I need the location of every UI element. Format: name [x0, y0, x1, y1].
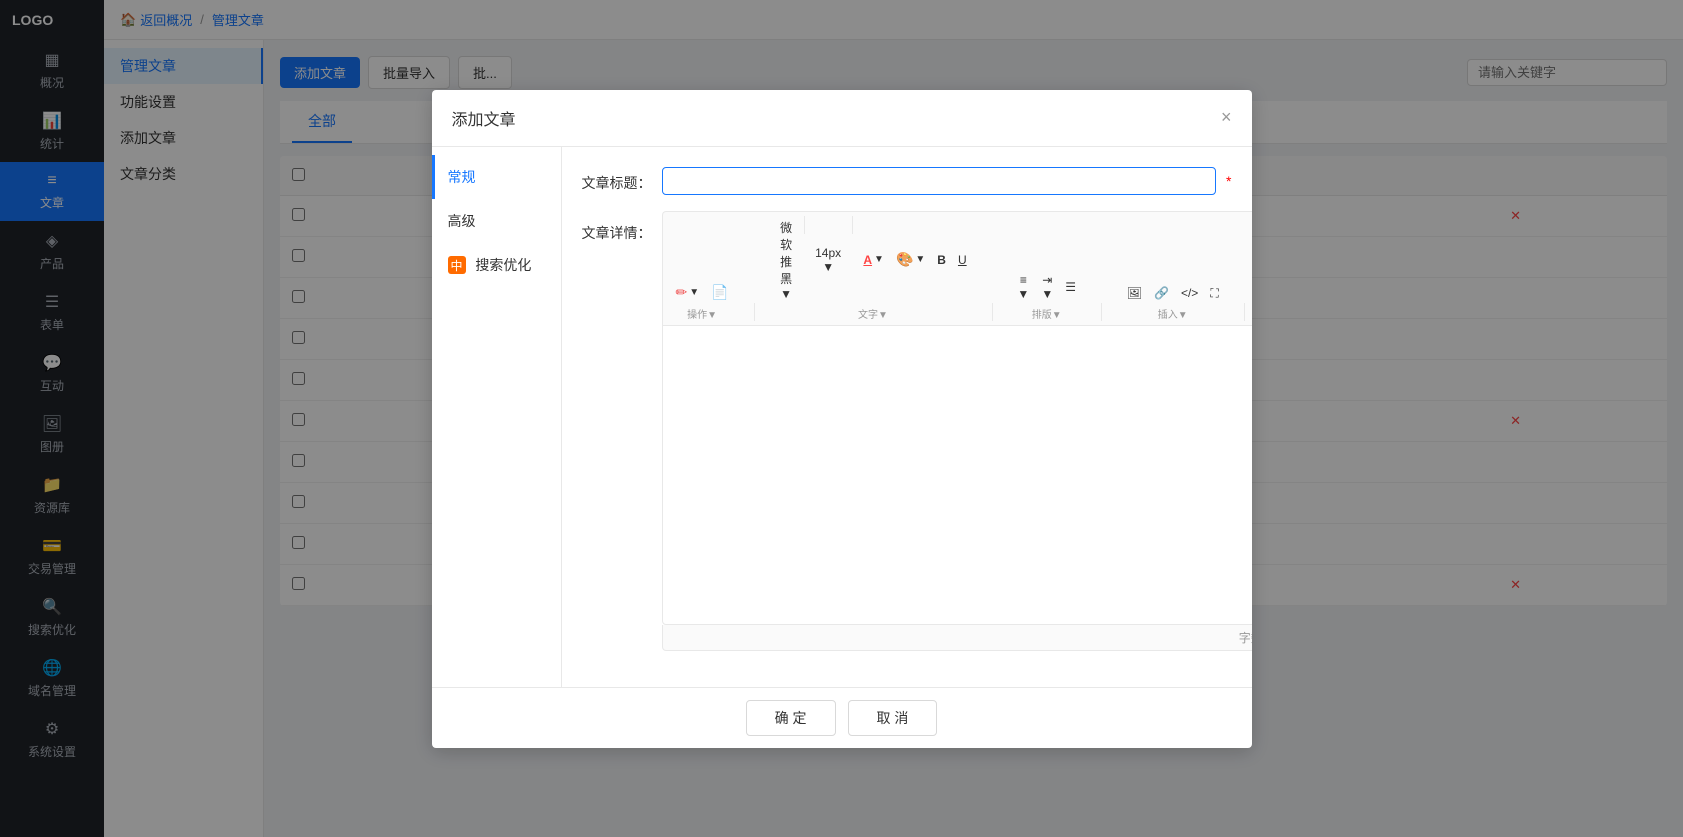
rte-insert-label: 插入▼: [1158, 306, 1188, 321]
underline-icon: U: [958, 253, 967, 267]
modal-close-button[interactable]: ×: [1221, 107, 1232, 128]
modal-header: 添加文章 ×: [432, 90, 1252, 147]
rte-bold-btn[interactable]: B: [932, 216, 951, 304]
dropdown-arrow-color: ▼: [874, 254, 884, 265]
rte-fullscreen-btn[interactable]: ⛶: [1205, 283, 1223, 304]
bold-icon: B: [937, 253, 946, 267]
seo-badge: 中: [448, 256, 466, 274]
modal-tab-general[interactable]: 常规: [432, 155, 561, 199]
rte-edit-btn[interactable]: ✏ ▼: [671, 281, 705, 304]
modal-footer: 确 定 取 消: [432, 687, 1252, 748]
modal-tab-advanced[interactable]: 高级: [432, 199, 561, 243]
rte-image-btn[interactable]: 🖼: [1122, 283, 1147, 304]
rte-sep-1: [754, 303, 755, 321]
required-mark: *: [1226, 167, 1231, 189]
rte-insert-buttons: 🖼 🔗 </> ⛶: [1122, 283, 1224, 304]
rte-font-color-btn[interactable]: A ▼: [858, 216, 889, 304]
rte-actions-label: 操作▼: [687, 306, 717, 321]
modal-tab-seo[interactable]: 中 搜索优化: [432, 243, 561, 287]
rte-editor-body[interactable]: [662, 325, 1252, 625]
rte-section-insert: 🖼 🔗 </> ⛶ 插入▼: [1122, 283, 1224, 321]
modal-tab-seo-label: 搜索优化: [475, 257, 531, 273]
bg-color-icon: 🎨: [896, 251, 913, 268]
rte-indent-btn[interactable]: ⇥ ▼: [1036, 270, 1058, 304]
font-color-icon: A: [863, 253, 872, 267]
rte-font-buttons: 微软推黑 ▼ 14px ▼ A ▼: [774, 216, 971, 304]
rte-section-layout: ≡ ▼ ⇥ ▼ ☰ 排版▼: [1012, 270, 1081, 321]
rte-bg-color-btn[interactable]: 🎨 ▼: [891, 216, 930, 304]
dropdown-arrow-bg: ▼: [915, 254, 925, 265]
rte-footer: 字数统计: [662, 625, 1252, 651]
modal-left-tabs: 常规 高级 中 搜索优化: [432, 147, 562, 687]
rte-list-btn[interactable]: ☰: [1060, 270, 1081, 304]
detail-control: ✏ ▼ 📄 操作▼: [662, 211, 1252, 651]
rte-font-size-btn[interactable]: 14px ▼: [810, 216, 846, 304]
form-row-detail: 文章详情： ✏ ▼: [582, 211, 1232, 651]
rte-layout-label: 排版▼: [1032, 306, 1062, 321]
detail-label: 文章详情：: [582, 217, 652, 243]
rte-action-buttons: ✏ ▼ 📄: [671, 281, 734, 304]
modal-title: 添加文章: [452, 106, 516, 130]
add-article-modal: 添加文章 × 常规 高级 中 搜索优化 文章标题：: [432, 90, 1252, 748]
cancel-button[interactable]: 取 消: [848, 700, 938, 736]
modal-form-content: 文章标题： * 文章详情：: [562, 147, 1252, 687]
rte-code-btn[interactable]: </>: [1176, 283, 1203, 304]
rte-layout-buttons: ≡ ▼ ⇥ ▼ ☰: [1012, 270, 1081, 304]
title-control: [662, 167, 1217, 195]
rte-section-font: 微软推黑 ▼ 14px ▼ A ▼: [774, 216, 971, 321]
modal-overlay[interactable]: 添加文章 × 常规 高级 中 搜索优化 文章标题：: [0, 0, 1683, 837]
form-row-title: 文章标题： *: [582, 167, 1232, 195]
rte-link-btn[interactable]: 🔗: [1149, 283, 1174, 304]
rte-align-btn[interactable]: ≡ ▼: [1012, 270, 1034, 304]
rte-section-actions: ✏ ▼ 📄 操作▼: [671, 281, 734, 321]
rte-underline-btn[interactable]: U: [953, 216, 972, 304]
rte-font-label: 文字▼: [858, 306, 888, 321]
dropdown-arrow: ▼: [689, 287, 699, 298]
rte-sep-2: [992, 303, 993, 321]
rte-sep-3: [1101, 303, 1102, 321]
title-label: 文章标题：: [582, 167, 652, 193]
modal-body: 常规 高级 中 搜索优化 文章标题： *: [432, 147, 1252, 687]
confirm-button[interactable]: 确 定: [746, 700, 836, 736]
rte-font-family-btn[interactable]: 微软推黑 ▼: [774, 216, 798, 304]
doc-icon: 📄: [711, 284, 728, 301]
rte-toolbar-sections: ✏ ▼ 📄 操作▼: [671, 216, 1252, 321]
rte-sep-4: [1244, 303, 1245, 321]
pencil-icon: ✏: [676, 284, 688, 301]
rte-doc-btn[interactable]: 📄: [706, 281, 733, 304]
rte-toolbar: ✏ ▼ 📄 操作▼: [662, 211, 1252, 325]
article-title-input[interactable]: [662, 167, 1217, 195]
